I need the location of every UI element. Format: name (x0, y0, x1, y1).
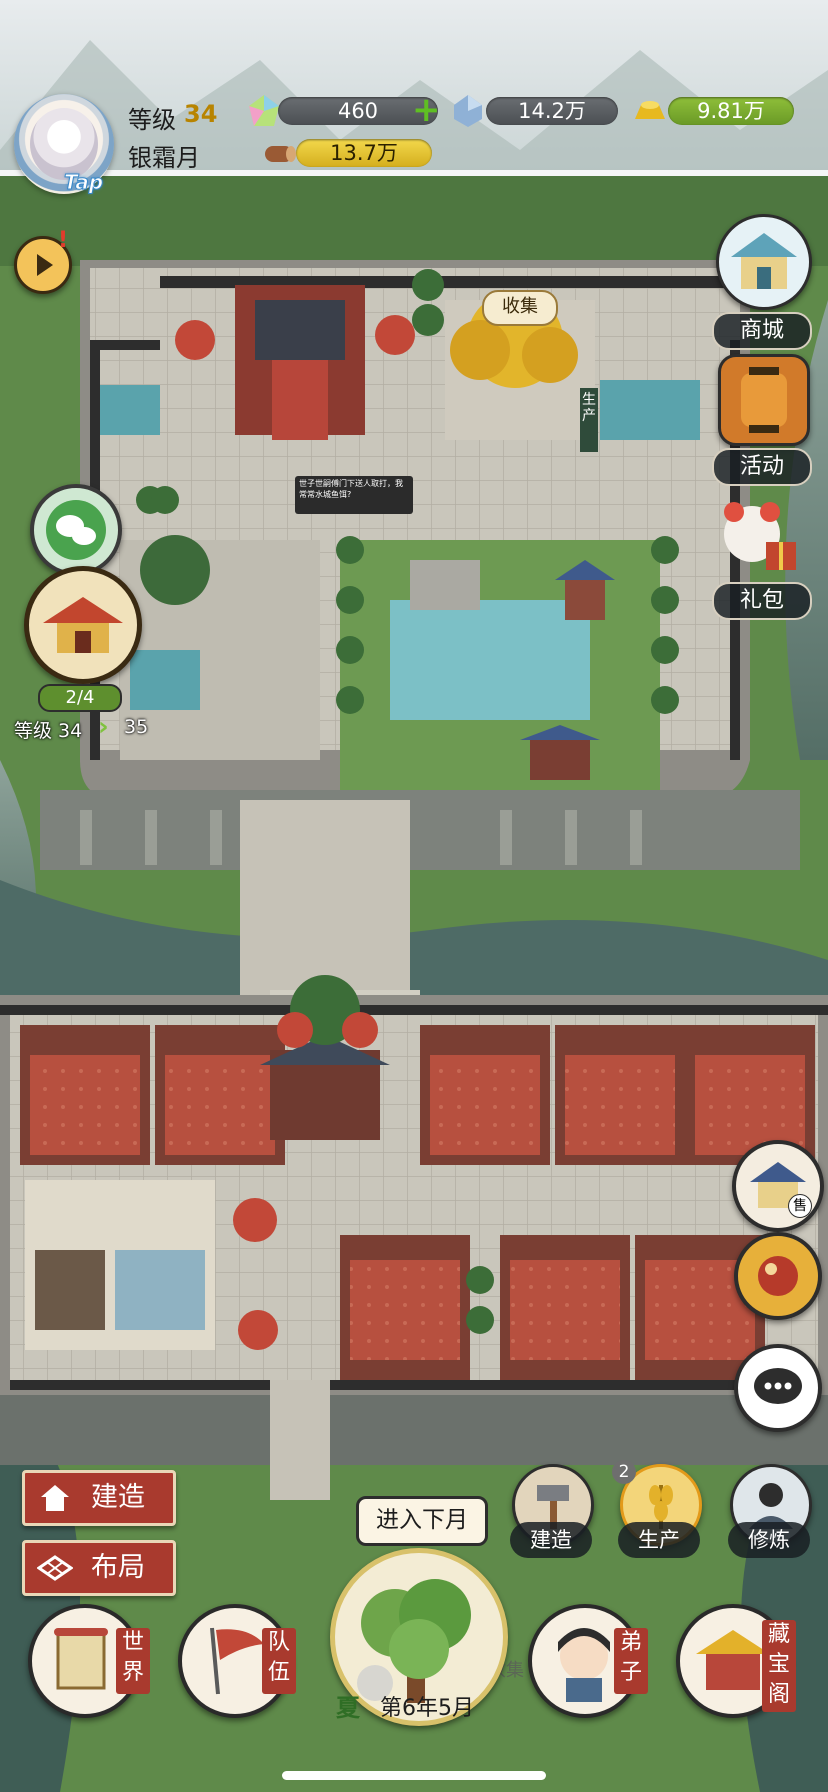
player-name: 银霜月 (128, 144, 200, 172)
build-mode-button[interactable]: 建造 (22, 1470, 176, 1526)
gold-ingot-icon (635, 101, 665, 119)
event-button[interactable] (718, 354, 810, 446)
disciple-speech-bubble: 世子世嗣傅门下送人取打，我常常水城鱼饵? (295, 476, 413, 514)
lantern-icon (741, 367, 787, 433)
produce-sign[interactable]: 生产 (580, 388, 598, 452)
pavilion-icon (43, 597, 123, 653)
gift-pack-button[interactable] (712, 494, 806, 578)
shop-label[interactable]: 商城 (712, 312, 812, 350)
fortune-orb-icon (758, 1256, 798, 1296)
chat-bubble-icon (754, 1368, 802, 1404)
level-arrow-icon: › (98, 712, 109, 742)
produce-label[interactable]: 生产 (618, 1522, 700, 1558)
tap-badge: Tap (63, 170, 104, 195)
date-label: 第6年5月 (380, 1696, 474, 1721)
add-jade-button[interactable]: + (412, 93, 441, 127)
wechat-button[interactable] (30, 484, 122, 576)
layout-mode-button[interactable]: 布局 (22, 1540, 176, 1596)
event-label[interactable]: 活动 (712, 448, 812, 486)
collect-bubble[interactable]: 收集 (482, 290, 558, 326)
cultivate-label[interactable]: 修炼 (728, 1522, 810, 1558)
gift-pack-label[interactable]: 礼包 (712, 582, 812, 620)
wechat-icon (46, 500, 106, 560)
house-icon (41, 1485, 69, 1511)
player-level-value: 34 (184, 100, 218, 128)
player-level-label: 等级 (128, 106, 176, 134)
fortune-button[interactable] (734, 1232, 822, 1320)
next-month-button[interactable]: 进入下月 (356, 1496, 488, 1546)
gift-girl-icon (724, 502, 796, 570)
treasury-nav-label[interactable]: 藏宝阁 (762, 1620, 796, 1712)
shop-pavilion-icon (731, 233, 797, 289)
disciple-nav-label[interactable]: 弟子 (614, 1628, 648, 1694)
season-label: 夏 (336, 1694, 360, 1722)
building-progress: 2/4 (38, 684, 122, 712)
level-upgrade-to: 35 (124, 716, 149, 738)
grid-layout-icon (37, 1555, 73, 1581)
world-nav-label[interactable]: 世界 (116, 1628, 150, 1694)
build-mode-label: 建造 (91, 1482, 145, 1513)
home-indicator[interactable] (282, 1771, 546, 1780)
wood-amount: 13.7万 (296, 139, 432, 167)
team-nav-label[interactable]: 队伍 (262, 1628, 296, 1694)
shop-button[interactable] (716, 214, 812, 310)
crystal-icon (454, 95, 482, 127)
sell-badge: 售 (788, 1194, 812, 1218)
jade-gem-icon (249, 95, 279, 126)
sect-building-button[interactable] (24, 566, 142, 684)
sell-shop-button[interactable]: 售 (732, 1140, 824, 1232)
produce-badge: 2 (612, 1460, 636, 1484)
level-upgrade-from: 等级 34 (14, 720, 83, 742)
wood-log-icon (265, 146, 296, 162)
crystal-amount: 14.2万 (486, 97, 618, 125)
construct-label[interactable]: 建造 (510, 1522, 592, 1558)
chat-button[interactable] (734, 1344, 822, 1432)
layout-mode-label: 布局 (91, 1552, 145, 1583)
gold-amount: 9.81万 (668, 97, 794, 125)
alert-icon: ! (58, 228, 69, 253)
